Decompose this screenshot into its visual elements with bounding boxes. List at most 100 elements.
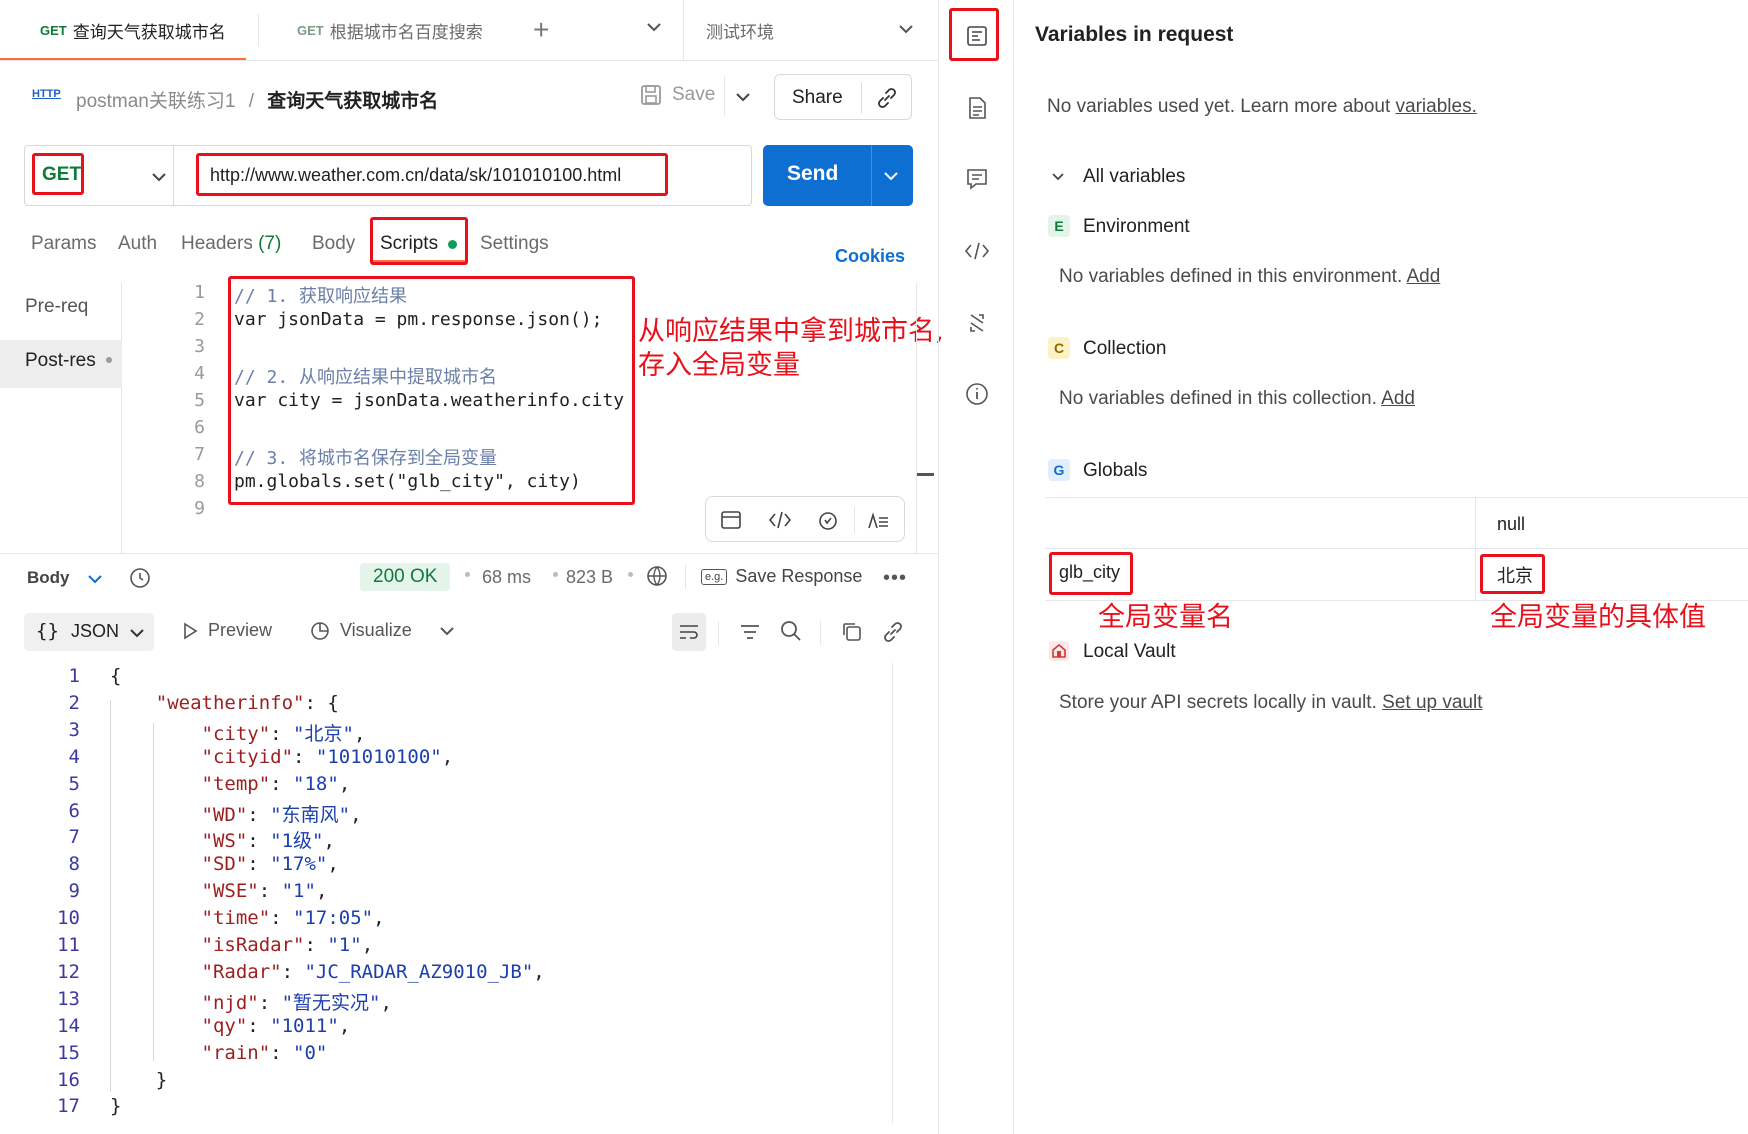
all-variables-toggle[interactable]: All variables — [1083, 166, 1185, 188]
response-body-chevron-icon[interactable] — [86, 570, 104, 593]
line-number: 9 — [68, 880, 80, 903]
environment-select[interactable]: 测试环境 — [706, 0, 774, 60]
response-body-label[interactable]: Body — [27, 568, 70, 588]
tab-post-response[interactable]: Post-res — [25, 350, 96, 372]
line-number: 5 — [194, 390, 205, 411]
status-badge: 200 OK — [360, 563, 451, 591]
code-icon[interactable] — [768, 509, 792, 536]
comments-icon[interactable] — [961, 163, 993, 195]
tab-label: 查询天气获取城市名 — [72, 22, 226, 42]
context-rail — [938, 0, 1014, 1134]
line-number: 3 — [194, 336, 205, 357]
search-icon[interactable] — [779, 619, 803, 648]
json-line: "njd": "暂无实况", — [201, 991, 392, 1014]
script-sidebar — [0, 283, 122, 553]
environment-chevron-icon[interactable] — [897, 20, 915, 43]
environment-heading: Environment — [1083, 216, 1190, 237]
save-options-chevron-icon[interactable] — [734, 88, 752, 111]
copy-icon[interactable] — [840, 620, 864, 649]
environment-empty: No variables defined in this environment… — [1059, 266, 1440, 288]
all-variables-chevron-icon[interactable] — [1050, 169, 1066, 190]
vault-text-body: Store your API secrets locally in vault. — [1059, 692, 1383, 713]
scripts-tab-highlight — [370, 217, 468, 265]
link-icon[interactable] — [875, 86, 899, 115]
breadcrumb-request[interactable]: 查询天气获取城市名 — [267, 91, 438, 112]
globals-heading: Globals — [1083, 460, 1148, 481]
documentation-icon[interactable] — [961, 92, 993, 124]
line-number: 9 — [194, 498, 205, 519]
link-icon[interactable] — [881, 620, 905, 649]
json-line: "rain": "0" — [201, 1041, 328, 1064]
line-number: 7 — [68, 826, 80, 849]
method-highlight — [32, 153, 84, 195]
breadcrumb: postman关联练习1 / 查询天气获取城市名 — [76, 86, 438, 113]
code-snippet-icon[interactable] — [961, 235, 993, 267]
separator-dot — [553, 572, 558, 577]
json-line: } — [110, 1095, 122, 1118]
http-icon: HTTP — [32, 88, 61, 100]
json-line: "temp": "18", — [201, 772, 351, 795]
wrap-lines-button[interactable] — [672, 613, 706, 651]
preview-button[interactable]: Preview — [182, 620, 272, 641]
save-button[interactable]: Save — [640, 84, 715, 106]
format-select[interactable]: {} JSON — [24, 613, 154, 651]
var-value-highlight — [1480, 554, 1545, 594]
collection-badge: C — [1048, 337, 1070, 359]
variables-icon[interactable] — [961, 20, 993, 52]
tab-body[interactable]: Body — [312, 233, 355, 255]
tab-method: GET — [297, 22, 324, 38]
collection-empty-text: No variables defined in this collection. — [1059, 388, 1382, 409]
environment-label: 测试环境 — [706, 22, 774, 42]
collection-empty: No variables defined in this collection.… — [1059, 388, 1415, 410]
tab-request-2[interactable]: GET 根据城市名百度搜索 — [297, 0, 483, 60]
line-number: 13 — [57, 987, 80, 1010]
visualize-button[interactable]: Visualize — [308, 618, 412, 642]
method-chevron-icon[interactable] — [150, 168, 168, 191]
json-line: { — [110, 665, 122, 687]
tab-headers-label: Headers — [181, 233, 253, 254]
tab-request-1[interactable]: GET 查询天气获取城市名 — [40, 0, 226, 60]
tab-headers[interactable]: Headers (7) — [181, 233, 281, 255]
send-button[interactable]: Send — [787, 162, 838, 186]
tab-auth[interactable]: Auth — [118, 233, 157, 255]
json-line: "isRadar": "1", — [201, 934, 374, 956]
snippets-icon[interactable] — [720, 509, 742, 536]
environment-add-link[interactable]: Add — [1406, 266, 1440, 287]
variables-hint: No variables used yet. Learn more about … — [1047, 96, 1477, 118]
breadcrumb-collection[interactable]: postman关联练习1 — [76, 91, 235, 112]
table-border — [1045, 497, 1748, 498]
info-icon[interactable] — [961, 378, 993, 410]
filter-icon[interactable] — [738, 621, 762, 648]
setup-vault-link[interactable]: Set up vault — [1382, 692, 1482, 713]
save-response-button[interactable]: e.g. Save Response — [701, 566, 862, 587]
tab-params[interactable]: Params — [31, 233, 96, 255]
ai-assist-icon[interactable] — [816, 508, 840, 537]
variables-learn-link[interactable]: variables. — [1396, 96, 1477, 117]
tab-settings[interactable]: Settings — [480, 233, 549, 255]
line-number: 14 — [57, 1014, 80, 1037]
line-number: 2 — [194, 309, 205, 330]
history-icon[interactable] — [127, 565, 153, 596]
line-number: 4 — [68, 745, 80, 768]
visualize-chevron-icon[interactable] — [438, 622, 456, 645]
new-tab-button[interactable]: + — [533, 0, 549, 60]
collection-add-link[interactable]: Add — [1381, 388, 1415, 409]
more-options-icon[interactable]: ••• — [883, 567, 907, 590]
tab-pre-request[interactable]: Pre-req — [25, 296, 88, 318]
share-button[interactable]: Share — [792, 87, 843, 109]
send-options-chevron-icon[interactable] — [882, 167, 900, 190]
tabs-overflow-chevron-icon[interactable] — [645, 18, 663, 41]
related-collections-icon[interactable] — [961, 307, 993, 339]
json-line: "cityid": "101010100", — [201, 745, 454, 768]
splitter-handle[interactable] — [916, 473, 934, 476]
save-icon — [641, 85, 661, 105]
network-info-icon[interactable] — [645, 564, 671, 595]
json-line: "weatherinfo": { — [155, 691, 339, 714]
var-name-annotation: 全局变量名 — [1098, 602, 1233, 633]
script-annotation-line-1: 从响应结果中拿到城市名, — [638, 316, 944, 347]
tab-headers-count: (7) — [258, 233, 282, 254]
line-number: 11 — [57, 934, 80, 956]
cookies-link[interactable]: Cookies — [835, 246, 905, 267]
format-icon[interactable] — [866, 509, 890, 536]
vault-heading: Local Vault — [1083, 641, 1176, 662]
